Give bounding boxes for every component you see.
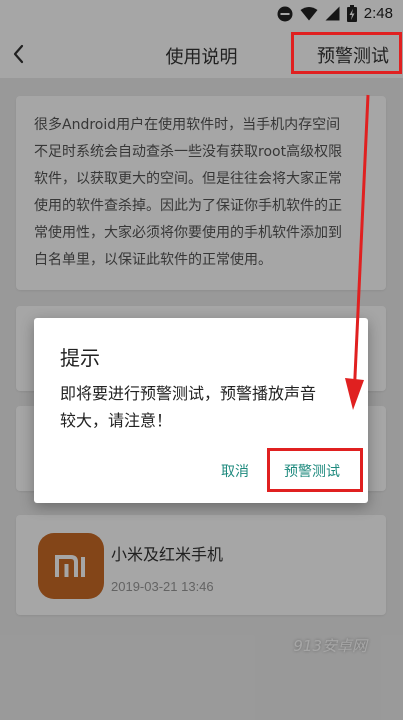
dialog-message-line: 即将要进行预警测试，预警播放声音 <box>60 384 317 403</box>
dialog-message: 即将要进行预警测试，预警播放声音 较大，请注意！ <box>60 380 350 434</box>
cancel-button[interactable]: 取消 <box>221 461 249 481</box>
highlight-box-title <box>291 32 402 74</box>
highlight-box-confirm <box>267 448 363 492</box>
dialog-title: 提示 <box>60 346 100 370</box>
dialog-message-line: 较大，请注意！ <box>60 411 173 430</box>
